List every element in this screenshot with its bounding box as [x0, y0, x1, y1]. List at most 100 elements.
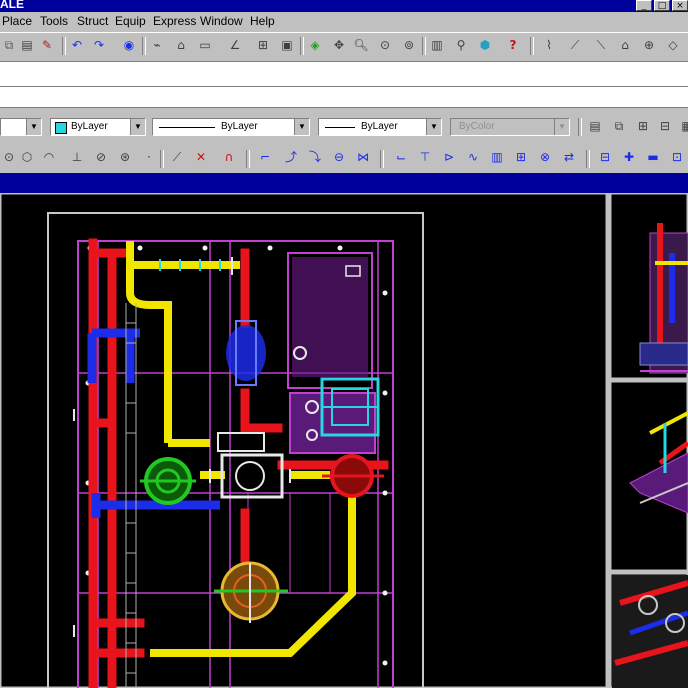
- ucs-icon[interactable]: ∠: [226, 37, 244, 54]
- nozzle-icon[interactable]: ⊗: [536, 149, 554, 166]
- linetype-dropdown[interactable]: ByLayer ▼: [152, 118, 310, 136]
- route-pipe-icon[interactable]: ⌐: [256, 149, 274, 166]
- layer-freeze-icon[interactable]: ▦: [678, 118, 688, 135]
- lineweight-value: ByLayer: [361, 121, 398, 132]
- globe-icon[interactable]: ◉: [120, 37, 138, 54]
- snap-center-icon[interactable]: ⊕: [640, 37, 658, 54]
- zoom-window-icon[interactable]: ⊙: [376, 37, 394, 54]
- title-bar: ALE _ □ ×: [0, 0, 688, 12]
- color-value: ByLayer: [71, 121, 108, 132]
- snap-intersection-icon[interactable]: ⌂: [616, 37, 634, 54]
- strainer-cap: [217, 432, 265, 452]
- layer-previous-icon[interactable]: ⧉: [610, 118, 628, 135]
- tee-icon[interactable]: ⊤: [416, 149, 434, 166]
- valve-icon[interactable]: ⋈: [354, 149, 372, 166]
- menu-tools[interactable]: Tools: [40, 14, 68, 28]
- line-icon[interactable]: ⟋: [168, 149, 186, 166]
- eye-icon[interactable]: ◈: [306, 37, 324, 54]
- lineweight-dropdown[interactable]: ByLayer ▼: [318, 118, 442, 136]
- flange-icon[interactable]: ⊖: [330, 149, 348, 166]
- plotstyle-value: ByColor: [459, 121, 495, 132]
- linetype-value: ByLayer: [221, 121, 258, 132]
- layer-isolate-icon[interactable]: ⊟: [656, 118, 674, 135]
- drawing-canvas[interactable]: [0, 193, 688, 688]
- layer-manager-icon[interactable]: ▤: [586, 118, 604, 135]
- isometric-icon[interactable]: ⊟: [596, 149, 614, 166]
- tool-palette-icon[interactable]: ⬢: [476, 37, 494, 54]
- pan-icon[interactable]: ✥: [330, 37, 348, 54]
- menu-bar: Place Tools Struct Equip Express Window …: [0, 12, 688, 31]
- aerial-view-icon[interactable]: ▣: [278, 37, 296, 54]
- arc-icon[interactable]: ◠: [40, 149, 58, 166]
- menu-help[interactable]: Help: [250, 14, 275, 28]
- menu-window[interactable]: Window: [200, 14, 243, 28]
- toolbar-separator: [62, 37, 66, 55]
- perpendicular-icon[interactable]: ⊥: [68, 149, 86, 166]
- snap-midpoint-icon[interactable]: ⟍: [592, 37, 610, 54]
- toolbar-separator: [300, 37, 304, 55]
- node-icon[interactable]: ⊛: [116, 149, 134, 166]
- properties-icon[interactable]: ▥: [428, 37, 446, 54]
- toolbar-separator: [246, 150, 250, 168]
- paste-icon[interactable]: ▤: [18, 37, 36, 54]
- design-center-icon[interactable]: ⚲: [452, 37, 470, 54]
- menu-place[interactable]: Place: [2, 14, 32, 28]
- tracking-icon[interactable]: ⌂: [172, 37, 190, 54]
- minimize-button[interactable]: _: [636, 0, 652, 11]
- grid-icon[interactable]: ⊞: [254, 37, 272, 54]
- command-area[interactable]: [0, 61, 688, 108]
- tangent-icon[interactable]: ⊘: [92, 149, 110, 166]
- toolbar-separator: [380, 150, 384, 168]
- copy-icon[interactable]: ⧉: [0, 37, 18, 54]
- document-title-bar: [0, 173, 688, 193]
- toolbar-separator: [422, 37, 426, 55]
- bom-icon[interactable]: ⊡: [668, 149, 686, 166]
- isometric-view-middle: [629, 411, 688, 514]
- color-swatch: [55, 122, 67, 134]
- lineweight-sample: [325, 127, 355, 128]
- match-properties-icon[interactable]: ✎: [38, 37, 56, 54]
- snap-endpoint-icon[interactable]: ⟋: [566, 37, 584, 54]
- circle-icon[interactable]: ⊙: [0, 149, 18, 166]
- isometric-view-top: [639, 223, 688, 374]
- erase-icon[interactable]: ✕: [192, 149, 210, 166]
- toolbar-separator: [160, 150, 164, 168]
- blue-pump: [226, 325, 266, 381]
- zoom-previous-icon[interactable]: ⊚: [400, 37, 418, 54]
- reducer-icon[interactable]: ⊳: [440, 149, 458, 166]
- zoom-realtime-icon[interactable]: 🔍︎: [352, 37, 370, 54]
- pipe-slope-icon[interactable]: ⤵: [306, 149, 324, 166]
- polygon-icon[interactable]: ⬡: [18, 149, 36, 166]
- menu-equip[interactable]: Equip: [115, 14, 146, 28]
- distance-icon[interactable]: ⌇: [540, 37, 558, 54]
- linetype-sample: [159, 127, 215, 128]
- isometric-view-bottom: [612, 575, 688, 688]
- color-dropdown[interactable]: ByLayer ▼: [50, 118, 146, 136]
- plotstyle-dropdown[interactable]: ByColor ▼: [450, 118, 570, 136]
- orthographic-icon[interactable]: ✚: [620, 149, 638, 166]
- section-icon[interactable]: ▬: [644, 149, 662, 166]
- snap-quadrant-icon[interactable]: ◇: [664, 37, 682, 54]
- point-icon[interactable]: ·: [140, 149, 158, 166]
- elbow-icon[interactable]: ⌙: [392, 149, 410, 166]
- layer-dropdown[interactable]: ▼: [0, 118, 42, 136]
- layer-state-icon[interactable]: ⊞: [634, 118, 652, 135]
- undo-icon[interactable]: ↶: [68, 37, 86, 54]
- app-title: ALE: [0, 0, 24, 11]
- pipe-bend-icon[interactable]: ⤴: [282, 149, 300, 166]
- toolbar-separator: [530, 37, 534, 55]
- wave-icon[interactable]: ∿: [464, 149, 482, 166]
- redo-icon[interactable]: ↷: [90, 37, 108, 54]
- snap-icon[interactable]: ▭: [196, 37, 214, 54]
- connect-icon[interactable]: ⇄: [560, 149, 578, 166]
- cad-drawing[interactable]: [0, 193, 688, 688]
- help-icon[interactable]: ?: [504, 37, 522, 54]
- support-icon[interactable]: ▥: [488, 149, 506, 166]
- menu-express[interactable]: Express: [153, 14, 196, 28]
- close-button[interactable]: ×: [672, 0, 688, 11]
- magnet-icon[interactable]: ∩: [220, 149, 238, 166]
- maximize-button[interactable]: □: [654, 0, 670, 11]
- menu-struct[interactable]: Struct: [77, 14, 108, 28]
- hyperlink-icon[interactable]: ⌁: [148, 37, 166, 54]
- equipment-icon[interactable]: ⊞: [512, 149, 530, 166]
